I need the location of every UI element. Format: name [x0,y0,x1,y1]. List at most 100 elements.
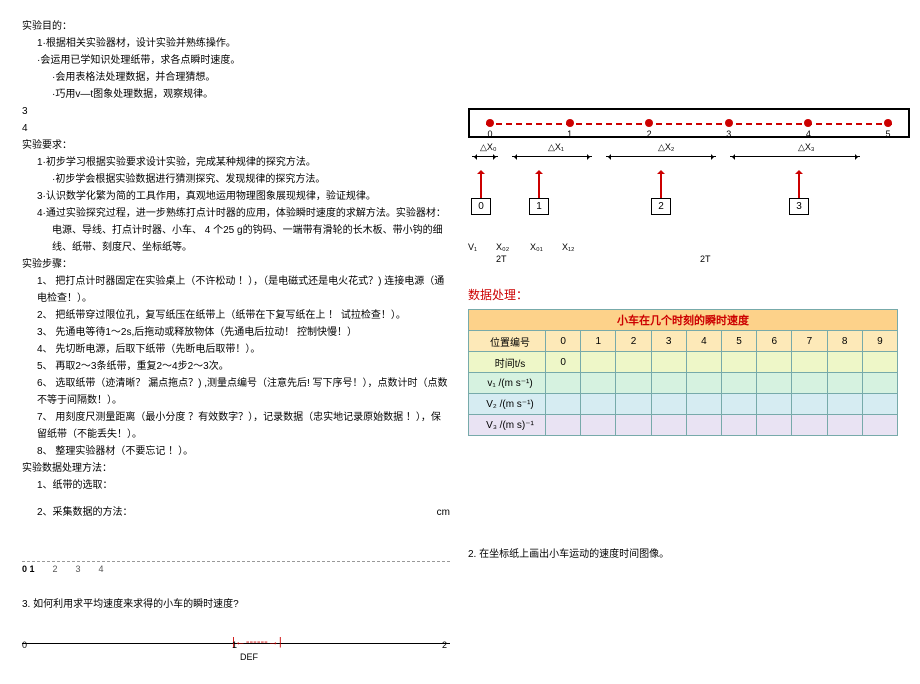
cell: 0 [546,352,581,373]
steps-title: 实验步骤： [22,256,450,273]
pointer: 2 [648,172,674,215]
tape-mark: 3 [76,564,81,574]
col-head: 3 [651,331,686,352]
sub-v1: V₁ [468,242,477,252]
tape-mark: 0 1 [22,564,35,574]
method-title: 实验数据处理方法： [22,460,450,477]
dx-label: △X₂ [658,142,674,153]
sub-2T: 2T [700,254,711,264]
data-table: 小车在几个时刻的瞬时速度 位置编号 0 1 2 3 4 5 6 7 8 9 时间… [468,309,898,436]
stray-number: 4 [22,120,450,137]
step-item: 5、 再取2～3条纸带，重复2～4步2～3次。 [22,358,450,375]
stray-number: 3 [22,103,450,120]
sub-x01: X₀₁ [530,242,543,252]
requirement-item: 4·通过实验探究过程，进一步熟练打点计时器的应用，体验瞬时速度的求解方法。实验器… [22,205,450,222]
requirement-item: 1·初步学习根据实验要求设计实验，完成某种规律的探究方法。 [22,154,450,171]
purpose-item: ·会用表格法处理数据，并合理猜想。 [22,69,450,86]
sub-x02: X₀₂ [496,242,509,252]
sub-2T: 2T [496,254,507,264]
step-item: 7、 用刻度尺测量距离（最小分度 ？有效数字？），记录数据（忠实地记录原始数据 … [22,409,450,443]
row-label: V₃ /(m s)⁻¹ [469,415,546,436]
pointer-label: 0 [471,198,491,215]
pointer: 0 [468,172,494,215]
question-3: 3. 如何利用求平均速度来求得的小车的瞬时速度? [22,596,450,613]
purpose-title: 实验目的： [22,18,450,35]
sub-labels: V₁ X₀₂ X₀₁ X₁₂ 2T 2T [468,242,910,268]
tape-mark: 4 [99,564,104,574]
col-head: 5 [721,331,756,352]
purpose-item: 1·根据相关实验器材，设计实验并熟练操作。 [22,35,450,52]
step-item: 4、 先切断电源，后取下纸带（先断电后取带！）。 [22,341,450,358]
step-item: 6、 选取纸带（迹清晰？ 漏点拖点？) ,测量点编号（注意先后! 写下序号！），… [22,375,450,409]
col-head: 4 [686,331,721,352]
sub-x12: X₁₂ [562,242,575,252]
table-row-position: 位置编号 0 1 2 3 4 5 6 7 8 9 [469,331,898,352]
track-diagram: 0 1 2 3 4 5 △X₀ △X₁ △X₂ △X₃ 0 [468,108,910,268]
purpose-item: ·巧用v—t图象处理数据，观察规律。 [22,86,450,103]
pointer-label: 2 [651,198,671,215]
pointer: 3 [786,172,812,215]
pointer-label: 3 [789,198,809,215]
table-row-time: 时间t/s 0 [469,352,898,373]
col-head: 8 [827,331,862,352]
step-item: 3、 先通电等待1～2s,后拖动或释放物体（先通电后拉动！ 控制快慢！） [22,324,450,341]
dx-label: △X₀ [480,142,497,153]
row-label: v₁ /(m s⁻¹) [469,373,546,394]
method-item: 2、采集数据的方法： [22,504,450,521]
method-item: 1、纸带的选取： [22,477,450,494]
track-point: 5 [884,119,892,127]
requirement-item: ·初步学会根据实验数据进行猜测探究、发现规律的探究方法。 [22,171,450,188]
pointer-arrow-icon [660,172,662,198]
col-head: 9 [862,331,897,352]
col-head: 7 [792,331,827,352]
scale-tick: 2 [442,640,447,650]
requirement-item: 3·认识数学化繁为简的工具作用，真观地运用物理图象展现规律，验证规律。 [22,188,450,205]
scale-def: DEF [240,652,258,662]
col-head: 6 [757,331,792,352]
tape-mark: 2 [53,564,58,574]
arrow-icon [730,156,860,157]
arrow-icon [472,156,498,157]
equipment-list: 电源、导线、打点计时器、小车、 4 个25 g的钩码、一端带有滑轮的长木板、带小… [22,222,450,256]
step-item: 1、 把打点计时器固定在实验桌上（不许松动 ！），（是电磁式还是电火花式？) 连… [22,273,450,307]
track-point: 4 [804,119,812,127]
step-item: 2、 把纸带穿过限位孔，复写纸压在纸带上（纸带在下复写纸在上 ！ 试拉检查！）。 [22,307,450,324]
data-processing-title: 数据处理： [468,286,910,303]
track-point: 2 [645,119,653,127]
col-head: 0 [546,331,581,352]
requirements-title: 实验要求： [22,137,450,154]
row-label: V₂ /(m s⁻¹) [469,394,546,415]
step-item: 8、 整理实验器材（不要忘记 ！）。 [22,443,450,460]
arrow-icon [512,156,592,157]
pointer-arrow-icon [798,172,800,198]
track-point: 0 [486,119,494,127]
left-column: 实验目的： 1·根据相关实验器材，设计实验并熟练操作。 ·会运用已学知识处理纸带… [0,0,460,681]
pointer-label: 1 [529,198,549,215]
pointer-row: 0 1 2 3 [468,172,910,242]
dx-label: △X₁ [548,142,564,153]
table-row-v3: V₃ /(m s)⁻¹ [469,415,898,436]
dx-label: △X₃ [798,142,815,153]
unit-cm: cm [437,507,450,518]
pointer: 1 [526,172,552,215]
purpose-item: ·会运用已学知识处理纸带，求各点瞬时速度。 [22,52,450,69]
right-column: 0 1 2 3 4 5 △X₀ △X₁ △X₂ △X₃ 0 [460,0,920,681]
col-head: 1 [581,331,616,352]
question-2: 2. 在坐标纸上画出小车运动的速度时间图像。 [468,546,910,563]
table-row-v1: v₁ /(m s⁻¹) [469,373,898,394]
scale-tick: 1 [232,640,237,650]
track: 0 1 2 3 4 5 [468,108,910,138]
scale-ruler: |←------→| DEF 0 1 2 [22,643,450,684]
pointer-arrow-icon [480,172,482,198]
table-header: 小车在几个时刻的瞬时速度 [469,310,898,331]
col-head: 2 [616,331,651,352]
pointer-arrow-icon [538,172,540,198]
row-label: 位置编号 [469,331,546,352]
track-point: 1 [566,119,574,127]
scale-tick: 0 [22,640,27,650]
tape-marks: 0 1 2 3 4 [22,561,450,574]
row-label: 时间t/s [469,352,546,373]
arrow-icon [606,156,716,157]
track-point: 3 [725,119,733,127]
scale-mark-icon: |←------→| [232,636,282,648]
